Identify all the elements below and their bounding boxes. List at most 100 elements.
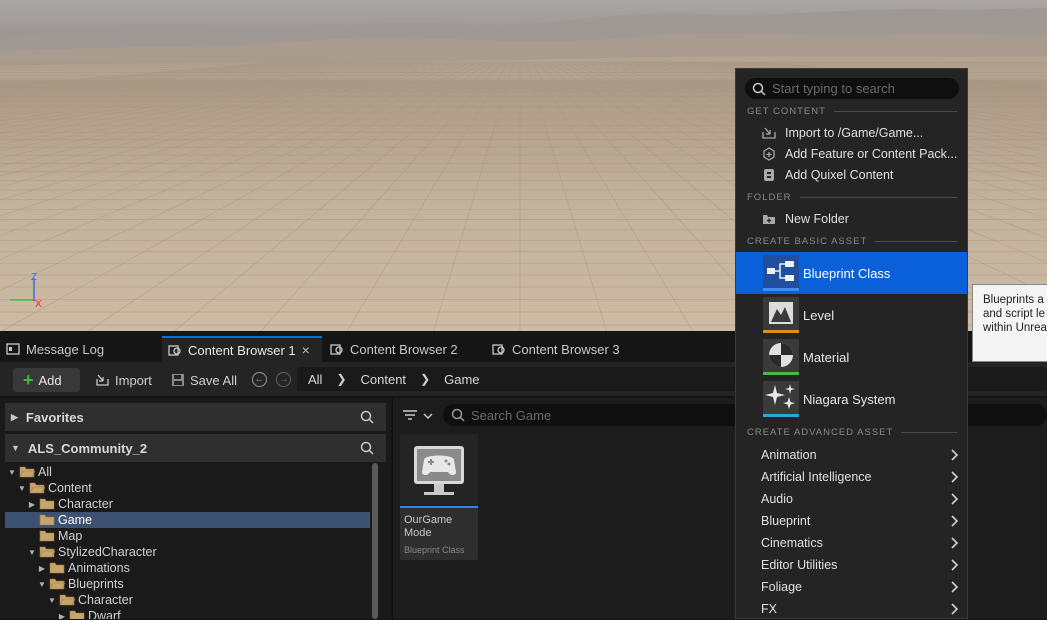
filter-icon[interactable] [402, 406, 436, 426]
favorites-header[interactable]: ▶ Favorites [5, 403, 386, 431]
asset-name: OurGame Mode [404, 514, 476, 540]
submenu-item-editor-utilities[interactable]: Editor Utilities [736, 554, 967, 576]
import-label: Import [115, 372, 152, 388]
import-icon [96, 374, 109, 386]
asset-thumbnail [400, 434, 478, 508]
tree-folder-item[interactable]: ▼ All [5, 464, 370, 480]
tree-folder-label: Game [58, 513, 93, 527]
menu-item-level[interactable]: Level [736, 294, 967, 336]
breadcrumb-item-all[interactable]: All [308, 372, 322, 387]
tree-folder-item[interactable]: Game [5, 512, 370, 528]
search-placeholder: Search Game [471, 407, 552, 423]
expanded-arrow-icon[interactable]: ▼ [7, 468, 17, 477]
menu-search-input[interactable]: Start typing to search [745, 78, 959, 99]
tree-folder-item[interactable]: ▼ StylizedCharacter [5, 544, 370, 560]
grid-line [433, 61, 515, 331]
chevron-right-icon [951, 449, 959, 461]
tree-scrollbar[interactable] [372, 463, 378, 619]
expanded-arrow-icon[interactable]: ▼ [27, 548, 37, 557]
search-icon[interactable] [360, 410, 374, 424]
menu-item-label: Add Quixel Content [785, 168, 894, 182]
grid-line [525, 61, 607, 331]
collapsed-arrow-icon[interactable]: ▶ [27, 500, 37, 509]
tab-content-browser-3[interactable]: Content Browser 3 [486, 336, 646, 362]
search-icon[interactable] [360, 441, 374, 455]
menu-item-niagara-system[interactable]: Niagara System [736, 378, 967, 420]
tab-content-browser-1[interactable]: Content Browser 1 × [162, 336, 322, 362]
project-header[interactable]: ▼ ALS_Community_2 [5, 434, 386, 462]
menu-item-add-quixel[interactable]: Add Quixel Content [736, 165, 967, 185]
submenu-item-audio[interactable]: Audio [736, 488, 967, 510]
submenu-item-label: Animation [761, 448, 817, 462]
submenu-item-cinematics[interactable]: Cinematics [736, 532, 967, 554]
section-label: GET CONTENT [747, 106, 826, 117]
grid-line [0, 61, 305, 91]
expanded-arrow-icon: ▼ [11, 443, 20, 453]
tooltip-line: and script le [983, 308, 1046, 320]
add-pack-icon [763, 147, 775, 161]
axis-z-label: Z [31, 272, 37, 283]
message-log-icon [6, 343, 20, 355]
submenu-item-blueprint[interactable]: Blueprint [736, 510, 967, 532]
level-icon [763, 297, 799, 333]
folder-open-icon [19, 466, 35, 478]
submenu-item-artificial-intelligence[interactable]: Artificial Intelligence [736, 466, 967, 488]
search-icon [451, 408, 465, 422]
folder-open-icon [39, 546, 55, 558]
submenu-item-foliage[interactable]: Foliage [736, 576, 967, 598]
history-back-icon[interactable]: ← [252, 372, 267, 387]
tree-folder-label: Character [78, 593, 133, 607]
breadcrumb-item-game[interactable]: Game [444, 372, 479, 387]
menu-item-new-folder[interactable]: New Folder [736, 209, 967, 229]
tab-content-browser-2[interactable]: Content Browser 2 [324, 336, 484, 362]
submenu-item-label: Foliage [761, 580, 802, 594]
expanded-arrow-icon[interactable]: ▼ [47, 596, 57, 605]
grid-line [0, 61, 437, 167]
menu-item-import[interactable]: Import to /Game/Game... [736, 123, 967, 143]
folder-open-icon [49, 578, 65, 590]
add-button[interactable]: + Add [13, 368, 80, 392]
submenu-item-label: Blueprint [761, 514, 811, 528]
history-forward-icon[interactable]: → [276, 372, 291, 387]
blueprint-class-icon [763, 255, 799, 291]
section-label: CREATE ADVANCED ASSET [747, 427, 894, 438]
tree-folder-item[interactable]: Map [5, 528, 370, 544]
tree-folder-label: Content [48, 481, 92, 495]
folder-icon [69, 610, 85, 619]
collapsed-arrow-icon[interactable]: ▶ [37, 564, 47, 573]
breadcrumb-chevron-icon[interactable]: ❯ [420, 372, 430, 386]
menu-item-material[interactable]: Material [736, 336, 967, 378]
expanded-arrow-icon[interactable]: ▼ [17, 484, 27, 493]
breadcrumb-item-content[interactable]: Content [361, 372, 407, 387]
asset-type: Blueprint Class [404, 545, 465, 555]
submenu-item-fx[interactable]: FX [736, 598, 967, 620]
tree-folder-item[interactable]: ▶ Character [5, 496, 370, 512]
menu-item-label: Import to /Game/Game... [785, 126, 924, 140]
collapsed-arrow-icon[interactable]: ▶ [57, 612, 67, 620]
tab-label: Content Browser 1 [188, 342, 296, 358]
save-all-button[interactable]: Save All [171, 368, 237, 392]
tree-folder-item[interactable]: ▶ Animations [5, 560, 370, 576]
asset-name-line: Mode [404, 527, 432, 539]
tree-folder-item[interactable]: ▼ Content [5, 480, 370, 496]
import-button[interactable]: Import [95, 368, 152, 392]
tree-folder-label: Map [58, 529, 83, 543]
tab-close-icon[interactable]: × [302, 342, 310, 358]
asset-tile[interactable]: OurGame Mode Blueprint Class [400, 434, 478, 560]
menu-item-label: Material [803, 349, 850, 365]
menu-item-add-feature-pack[interactable]: Add Feature or Content Pack... [736, 144, 967, 164]
menu-item-label: Niagara System [803, 391, 896, 407]
breadcrumb-chevron-icon[interactable]: ❯ [336, 372, 346, 386]
tree-folder-item[interactable]: ▼ Blueprints [5, 576, 370, 592]
menu-item-blueprint-class[interactable]: Blueprint Class [736, 252, 967, 294]
add-context-menu: Start typing to search GET CONTENT Impor… [735, 68, 968, 619]
quixel-icon [764, 169, 774, 181]
submenu-item-animation[interactable]: Animation [736, 444, 967, 466]
tree-folder-item[interactable]: ▼ Character [5, 592, 370, 608]
tab-message-log[interactable]: Message Log [0, 336, 160, 362]
menu-item-label: Level [803, 307, 835, 323]
tree-folder-label: StylizedCharacter [58, 545, 157, 559]
expanded-arrow-icon[interactable]: ▼ [37, 580, 47, 589]
tree-folder-item[interactable]: ▶ Dwarf [5, 608, 370, 619]
asset-name-line: OurGame [404, 514, 453, 526]
